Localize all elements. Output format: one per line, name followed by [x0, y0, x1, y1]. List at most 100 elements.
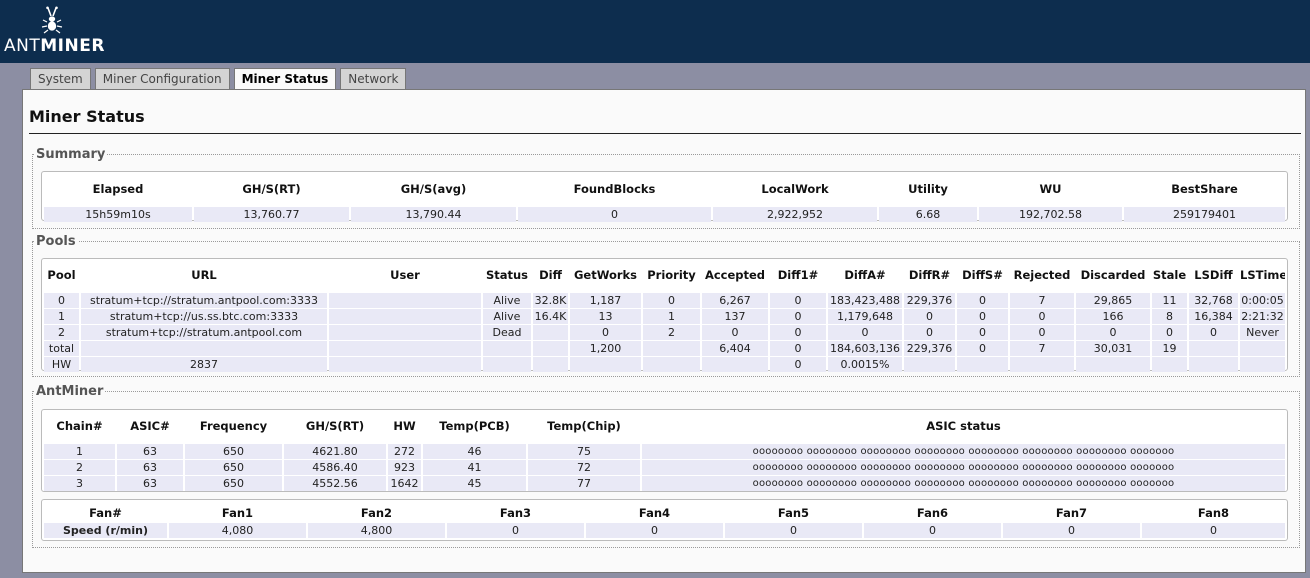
chain-header: Temp(Chip): [547, 419, 621, 433]
chain-cell: 1642: [388, 476, 421, 491]
summary-table: Elapsed GH/S(RT) GH/S(avg) FoundBlocks Local…: [42, 178, 1287, 223]
tab-network[interactable]: Network: [340, 68, 407, 89]
pool-cell: 11: [1152, 293, 1187, 308]
fan-speed-row: Speed (r/min) 4,080 4,800 0 0 0 0 0 0: [44, 523, 1285, 538]
chain-cell: 650: [185, 444, 282, 459]
pool-cell: 0: [957, 309, 1008, 324]
tab-miner-configuration[interactable]: Miner Configuration: [94, 68, 230, 89]
chain-cell: 72: [528, 460, 640, 475]
pool-hw-row: HW 2837 0 0.0015%: [44, 357, 1285, 372]
pool-cell: 183,423,488: [828, 293, 902, 308]
fan-speed-label: Speed (r/min): [44, 523, 167, 538]
summary-value: 2,922,952: [713, 207, 877, 222]
fan-speed: 0: [1142, 523, 1285, 538]
summary-value: 6.68: [879, 207, 977, 222]
pool-cell: stratum+tcp://stratum.antpool.com:3333: [81, 293, 327, 308]
chain-cell: 41: [423, 460, 526, 475]
pools-header: GetWorks: [573, 268, 638, 282]
pool-cell: 8: [1152, 309, 1187, 324]
chain-header: Frequency: [199, 419, 268, 433]
chain-row: 2 63 650 4586.40 923 41 72 oooooooo oooooooo oo…: [44, 460, 1285, 475]
chain-cell: 2: [44, 460, 115, 475]
chain-cell: 650: [185, 460, 282, 475]
fan-speed: 0: [1003, 523, 1140, 538]
pool-cell: 30,031: [1076, 341, 1150, 356]
pool-cell: 229,376: [904, 341, 955, 356]
summary-value: 259179401: [1124, 207, 1285, 222]
summary-header: WU: [1039, 182, 1062, 196]
pool-cell: 16.4K: [533, 309, 568, 324]
summary-header: GH/S(RT): [242, 182, 301, 196]
pool-cell: 0: [957, 293, 1008, 308]
tab-miner-status[interactable]: Miner Status: [233, 68, 337, 90]
pool-cell: 2: [643, 325, 700, 340]
summary-value: 13,790.44: [351, 207, 516, 222]
summary-value: 15h59m10s: [44, 207, 192, 222]
chain-header: ASIC status: [926, 419, 1001, 433]
content-panel: Miner Status Summary Elapsed GH/S(RT) GH/S…: [22, 89, 1306, 573]
chain-cell: 923: [388, 460, 421, 475]
tab-system[interactable]: System: [30, 68, 91, 89]
pool-cell: 229,376: [904, 293, 955, 308]
pools-header: Priority: [647, 268, 696, 282]
fan-header: Fan7: [1055, 506, 1088, 520]
chains-table-box: Chain# ASIC# Frequency GH/S(RT) HW Temp(PCB) T…: [41, 409, 1288, 492]
pools-header: URL: [191, 268, 217, 282]
pool-cell: Never: [1240, 325, 1285, 340]
fan-header: Fan#: [89, 506, 122, 520]
fan-header: Fan2: [360, 506, 393, 520]
hw-diffa: 0.0015%: [828, 357, 902, 372]
pool-cell: 2: [44, 325, 79, 340]
fan-header: Fan1: [221, 506, 254, 520]
pool-row: 1 stratum+tcp://us.ss.btc.com:3333 Alive 16…: [44, 309, 1285, 324]
chain-header: HW: [393, 419, 416, 433]
pool-cell: 137: [702, 309, 768, 324]
chain-cell: 63: [117, 444, 183, 459]
antminer-logo[interactable]: ANTMINER: [4, 6, 104, 58]
asic-status: oooooooo oooooooo oooooooo oooooooo oooo…: [642, 444, 1285, 459]
chain-cell: 45: [423, 476, 526, 491]
pool-cell: 0: [770, 293, 826, 308]
pool-cell: [533, 325, 568, 340]
pool-cell: [1076, 357, 1150, 372]
pool-row: 0 stratum+tcp://stratum.antpool.com:3333 A…: [44, 293, 1285, 308]
chain-header: Temp(PCB): [439, 419, 510, 433]
chain-cell: 63: [117, 476, 183, 491]
chain-header: GH/S(RT): [305, 419, 365, 433]
pool-cell: [329, 325, 481, 340]
fan-header: Fan8: [1197, 506, 1230, 520]
brand-suffix: MINER: [40, 36, 105, 56]
pool-cell: 6,267: [702, 293, 768, 308]
pools-header: User: [390, 268, 420, 282]
title-divider: [29, 133, 1301, 134]
pool-cell: 0: [1076, 325, 1150, 340]
pool-cell: [329, 309, 481, 324]
fans-table-box: Fan# Fan1 Fan2 Fan3 Fan4 Fan5 Fan6 Fan7 Fan8 Spe…: [41, 499, 1288, 541]
pool-cell: 184,603,136: [828, 341, 902, 356]
pool-cell: [81, 341, 327, 356]
chain-cell: 1: [44, 444, 115, 459]
pool-cell: 13: [570, 309, 641, 324]
chain-header: Chain#: [56, 419, 103, 433]
fan-speed: 0: [586, 523, 723, 538]
pools-header: Stale: [1152, 268, 1187, 282]
pools-header: Pool: [47, 268, 76, 282]
pools-header: Status: [485, 268, 529, 282]
pool-cell: 1,187: [570, 293, 641, 308]
pool-cell: 19: [1152, 341, 1187, 356]
pools-header: Diff1#: [777, 268, 819, 282]
pool-cell: [329, 341, 481, 356]
pool-cell: 1: [643, 309, 700, 324]
pool-cell: [643, 357, 700, 372]
pool-cell: 0: [770, 309, 826, 324]
summary-value: 192,702.58: [979, 207, 1122, 222]
pool-cell: 0: [702, 325, 768, 340]
pool-cell: 1,200: [570, 341, 641, 356]
summary-header: LocalWork: [761, 182, 829, 196]
pool-cell: [533, 357, 568, 372]
ant-icon: [41, 6, 63, 34]
pool-cell: [1240, 357, 1285, 372]
pool-cell: [702, 357, 768, 372]
pool-cell: [904, 357, 955, 372]
summary-header: FoundBlocks: [573, 182, 656, 196]
